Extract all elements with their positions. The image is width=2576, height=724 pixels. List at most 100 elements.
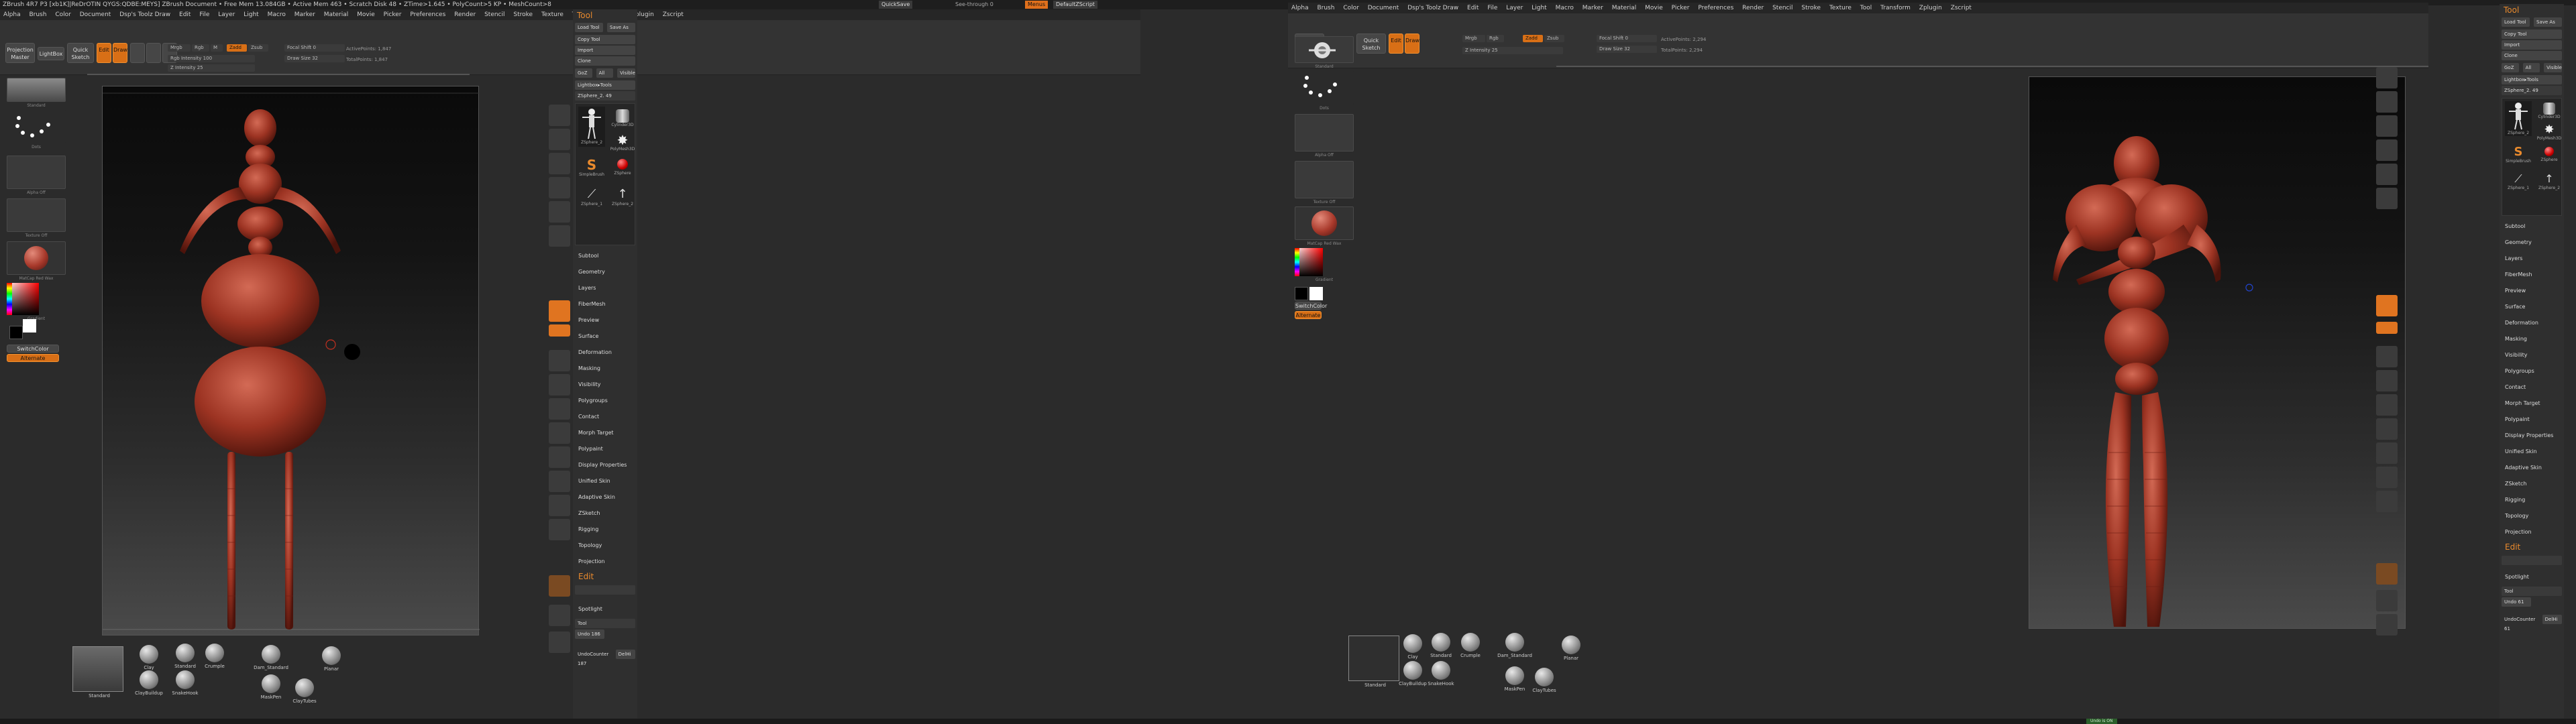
tool-palette-title[interactable]: Tool [2500, 4, 2564, 16]
gxyz-button[interactable] [549, 398, 570, 420]
zoom-button[interactable] [549, 177, 570, 198]
xpose-button[interactable] [2376, 614, 2398, 636]
z-intensity-slider[interactable]: Z Intensity 25 [168, 64, 255, 72]
menu-picker[interactable]: Picker [1668, 3, 1693, 13]
texture-thumbnail[interactable] [7, 198, 66, 232]
goz-button[interactable]: GoZ [575, 68, 592, 78]
tool-zsphere-figure[interactable]: ZSphere_2 [578, 107, 605, 147]
save-as-button[interactable]: Save As [2534, 17, 2562, 27]
menu-document[interactable]: Document [1364, 3, 1403, 13]
actual-button[interactable] [2376, 164, 2398, 185]
menu-tool[interactable]: Tool [1857, 3, 1875, 13]
subpalette-masking[interactable]: Masking [573, 361, 637, 377]
menu-macro[interactable]: Macro [1552, 3, 1577, 13]
frame-button[interactable] [549, 422, 570, 444]
menu-light[interactable]: Light [1528, 3, 1550, 13]
subpalette-fibermesh[interactable]: FiberMesh [573, 296, 637, 312]
subpalette-polygroups[interactable]: Polygroups [2500, 363, 2564, 379]
edit-palette-title[interactable]: Edit [573, 570, 637, 583]
subpalette-contact[interactable]: Contact [573, 409, 637, 425]
projection-master-button[interactable]: Projection Master [5, 43, 35, 63]
material-thumbnail[interactable] [1295, 206, 1354, 240]
brush-snakehook[interactable]: SnakeHook [1421, 661, 1461, 686]
subpalette-preview[interactable]: Preview [2500, 283, 2564, 299]
edit-palette-title[interactable]: Edit [2500, 540, 2564, 554]
menus-button[interactable]: Menus [1025, 1, 1049, 9]
tool-zsphere-1[interactable]: ⟋ ZSphere_1 [578, 187, 605, 206]
ghost-button[interactable] [2376, 590, 2398, 611]
menu-zscript[interactable]: Zscript [659, 9, 687, 20]
subpalette-deformation[interactable]: Deformation [2500, 315, 2564, 331]
brush-claytubes[interactable]: ClayTubes [284, 678, 325, 704]
rotate-button[interactable] [2376, 491, 2398, 512]
texture-thumbnail[interactable] [1295, 161, 1354, 198]
subpalette-unified-skin[interactable]: Unified Skin [573, 473, 637, 489]
zadd-toggle[interactable]: Zadd [227, 44, 247, 52]
move-button[interactable] [549, 446, 570, 468]
floor-button[interactable] [2376, 322, 2398, 334]
load-tool-button[interactable]: Load Tool [2502, 17, 2530, 27]
subpalette-surface[interactable]: Surface [2500, 299, 2564, 315]
scale-mode-button[interactable] [146, 43, 161, 63]
quick-sketch-button[interactable]: Quick Sketch [1356, 34, 1386, 54]
menu-picker[interactable]: Picker [380, 9, 405, 20]
subpalette-projection[interactable]: Projection [573, 554, 637, 570]
aahalf-button[interactable] [549, 225, 570, 247]
z-intensity-slider[interactable]: Z Intensity 25 [1462, 47, 1563, 54]
rgb-toggle[interactable]: Rgb [192, 44, 209, 52]
hue-strip[interactable] [7, 283, 12, 315]
spotlight-subpalette[interactable]: Spotlight [573, 601, 637, 617]
subpalette-display-properties[interactable]: Display Properties [573, 457, 637, 473]
load-tool-button[interactable]: Load Tool [575, 23, 603, 32]
menu-transform[interactable]: Transform [1877, 3, 1914, 13]
all-button[interactable]: All [596, 68, 614, 78]
persp-button[interactable] [2376, 295, 2398, 316]
alternate-button[interactable]: Alternate [1295, 311, 1322, 319]
del-history-button[interactable]: DelHi [2542, 615, 2562, 624]
menu-document[interactable]: Document [76, 9, 115, 20]
copy-tool-button[interactable]: Copy Tool [2502, 29, 2562, 39]
subpalette-deformation[interactable]: Deformation [573, 345, 637, 361]
tool-zsphere[interactable]: ZSphere [609, 158, 636, 176]
move-button[interactable] [2376, 442, 2398, 464]
subpalette-geometry[interactable]: Geometry [573, 264, 637, 280]
current-brush-thumbnail[interactable]: Standard [72, 646, 126, 699]
menu-stencil[interactable]: Stencil [481, 9, 508, 20]
brush-crumple[interactable]: Crumple [1450, 633, 1491, 658]
undo-button[interactable]: Undo 61 [2502, 597, 2531, 607]
focal-shift-slider[interactable]: Focal Shift 0 [1597, 35, 1657, 42]
focal-shift-slider[interactable]: Focal Shift 0 [284, 44, 345, 52]
all-button[interactable]: All [2522, 63, 2540, 72]
brush-planar[interactable]: Planar [311, 646, 352, 672]
subpalette-unified-skin[interactable]: Unified Skin [2500, 444, 2564, 460]
stroke-thumbnail[interactable] [7, 110, 66, 143]
menu-texture[interactable]: Texture [1826, 3, 1855, 13]
menu-render[interactable]: Render [1739, 3, 1767, 13]
rgb-intensity-slider[interactable]: Rgb Intensity 100 [168, 55, 255, 62]
menu-zplugin[interactable]: Zplugin [1916, 3, 1945, 13]
subpalette-contact[interactable]: Contact [2500, 379, 2564, 396]
subpalette-morph-target[interactable]: Morph Target [2500, 396, 2564, 412]
local-button[interactable] [549, 350, 570, 371]
subpalette-surface[interactable]: Surface [573, 328, 637, 345]
mrgb-toggle[interactable]: Mrgb [168, 44, 191, 52]
subpalette-layers[interactable]: Layers [2500, 251, 2564, 267]
menu-color[interactable]: Color [52, 9, 74, 20]
subpalette-masking[interactable]: Masking [2500, 331, 2564, 347]
import-button[interactable]: Import [575, 46, 635, 55]
subpalette-subtool[interactable]: Subtool [573, 248, 637, 264]
alpha-thumbnail[interactable] [1295, 114, 1354, 152]
subpalette-geometry[interactable]: Geometry [2500, 235, 2564, 251]
copy-tool-button[interactable]: Copy Tool [575, 35, 635, 44]
subpalette-adaptive-skin[interactable]: Adaptive Skin [573, 489, 637, 505]
brush-dam-standard[interactable]: Dam_Standard [251, 645, 291, 670]
zoom-button[interactable] [2376, 139, 2398, 161]
tool-polymesh3d[interactable]: ✸ PolyMesh3D [2536, 124, 2563, 141]
edit-undo-redo-bar[interactable] [2502, 556, 2562, 565]
canvas-viewport[interactable] [102, 86, 480, 636]
brush-dam-standard[interactable]: Dam_Standard [1495, 633, 1535, 658]
lightbox-tools-button[interactable]: Lightbox▸Tools [575, 80, 635, 90]
subpalette-rigging[interactable]: Rigging [2500, 492, 2564, 508]
zsub-toggle[interactable]: Zsub [248, 44, 268, 52]
visible-button[interactable]: Visible [617, 68, 635, 78]
